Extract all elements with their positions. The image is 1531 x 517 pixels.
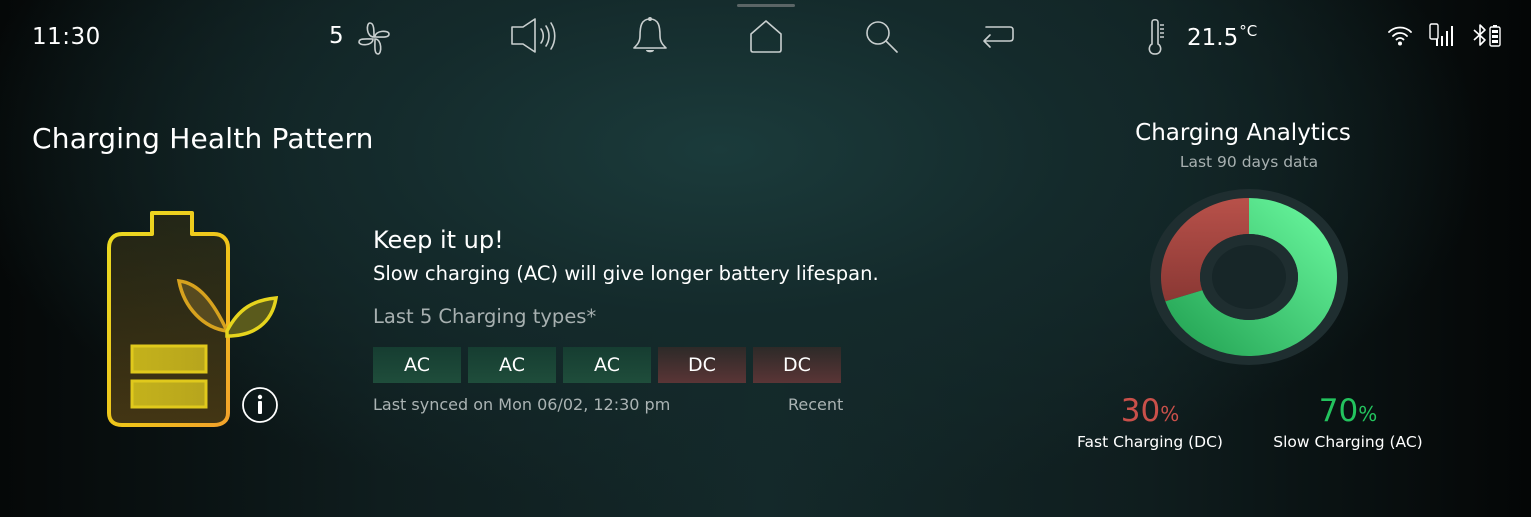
- temperature-value: 21.5: [1187, 25, 1239, 51]
- phone-signal-icon: [1429, 23, 1453, 46]
- slow-charging-stat: 70% Slow Charging (AC): [1248, 394, 1448, 451]
- fast-charging-label: Fast Charging (DC): [1077, 433, 1223, 451]
- volume-icon: [511, 18, 556, 53]
- charging-type-chip: AC: [563, 347, 651, 383]
- percent-sign: %: [1358, 402, 1378, 426]
- charging-type-chip: AC: [468, 347, 556, 383]
- donut-hole: [1212, 245, 1286, 309]
- charging-type-chip: DC: [658, 347, 746, 383]
- notifications-button[interactable]: [629, 16, 671, 56]
- thermometer-icon: [1148, 18, 1164, 55]
- fan-icon: [358, 22, 390, 55]
- slow-charging-label: Slow Charging (AC): [1273, 433, 1423, 451]
- info-button[interactable]: [241, 386, 279, 424]
- drawer-handle[interactable]: [737, 4, 795, 7]
- fast-charging-value: 30: [1120, 393, 1161, 429]
- search-button[interactable]: [861, 17, 901, 55]
- bluetooth-battery-status[interactable]: [1471, 22, 1505, 50]
- charging-donut-chart: [1148, 188, 1350, 368]
- charging-type-chip: DC: [753, 347, 841, 383]
- charging-type-chip: AC: [373, 347, 461, 383]
- page-title: Charging Health Pattern: [32, 122, 374, 155]
- temperature-unit: °C: [1239, 22, 1258, 40]
- back-button[interactable]: [977, 22, 1017, 50]
- wifi-status[interactable]: [1387, 24, 1413, 48]
- volume-button[interactable]: [509, 16, 561, 56]
- headline: Keep it up!: [373, 226, 504, 254]
- percent-sign: %: [1160, 402, 1180, 426]
- home-button[interactable]: [747, 17, 785, 55]
- bell-icon: [633, 16, 667, 53]
- search-icon: [866, 21, 898, 53]
- analytics-title: Charging Analytics: [1135, 120, 1351, 146]
- fan-control[interactable]: 5: [329, 18, 399, 58]
- slow-charging-value: 70: [1318, 393, 1359, 429]
- donut-svg: [1150, 189, 1348, 365]
- wifi-icon: [1388, 26, 1412, 46]
- climate-temperature[interactable]: [1145, 18, 1167, 56]
- recent-label: Recent: [788, 395, 844, 414]
- analytics-subtitle: Last 90 days data: [1179, 153, 1319, 171]
- back-icon: [983, 26, 1014, 48]
- info-icon: [242, 387, 278, 423]
- fast-charging-percent: 30%: [1050, 394, 1250, 431]
- charging-history: AC AC AC DC DC: [373, 347, 841, 383]
- slow-charging-percent: 70%: [1248, 394, 1448, 431]
- fast-charging-stat: 30% Fast Charging (DC): [1050, 394, 1250, 451]
- battery-icon: [1489, 25, 1501, 47]
- clock: 11:30: [32, 24, 101, 50]
- history-label: Last 5 Charging types*: [373, 305, 597, 328]
- fan-speed-value: 5: [329, 23, 344, 49]
- bluetooth-icon: [1473, 24, 1501, 47]
- last-synced: Last synced on Mon 06/02, 12:30 pm: [373, 395, 671, 414]
- phone-signal-status[interactable]: [1428, 22, 1460, 50]
- temperature-readout: 21.5°C: [1187, 22, 1257, 51]
- advice-message: Slow charging (AC) will give longer batt…: [373, 262, 879, 285]
- home-icon: [750, 20, 782, 53]
